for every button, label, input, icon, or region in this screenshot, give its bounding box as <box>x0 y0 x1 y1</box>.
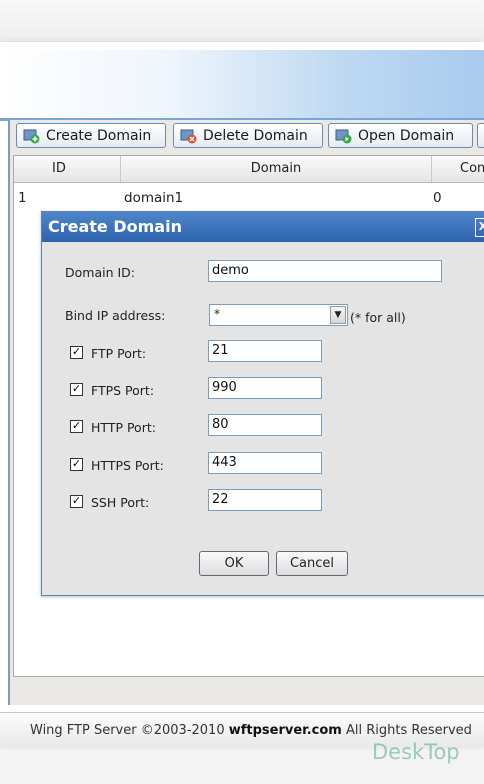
column-header-id[interactable]: ID <box>14 156 121 182</box>
create-domain-dialog: Create Domain X Domain ID: Bind IP addre… <box>41 211 484 596</box>
ssh-port-checkbox[interactable]: ✓ <box>70 495 83 508</box>
chevron-down-icon[interactable]: ▼ <box>330 306 346 324</box>
ftp-port-checkbox[interactable]: ✓ <box>70 346 83 359</box>
http-port-checkbox[interactable]: ✓ <box>70 420 83 433</box>
close-icon[interactable]: X <box>475 218 484 237</box>
cancel-button[interactable]: Cancel <box>276 551 348 576</box>
domain-id-field[interactable] <box>208 260 442 282</box>
domain-id-label: Domain ID: <box>65 265 136 280</box>
http-port-field[interactable] <box>208 414 322 436</box>
ssh-port-field[interactable] <box>208 489 322 511</box>
delete-domain-button[interactable]: Delete Domain <box>173 123 323 148</box>
bind-ip-select[interactable]: * ▼ <box>209 304 348 326</box>
bind-ip-hint: (* for all) <box>350 310 406 325</box>
column-header-connections[interactable]: Con <box>432 156 484 182</box>
open-domain-icon <box>335 128 353 144</box>
https-port-field[interactable] <box>208 452 322 474</box>
create-domain-icon <box>23 128 41 144</box>
ftps-port-checkbox[interactable]: ✓ <box>70 383 83 396</box>
ftps-port-label: FTPS Port: <box>91 383 155 398</box>
create-domain-button[interactable]: Create Domain <box>16 123 166 148</box>
column-header-domain[interactable]: Domain <box>121 156 432 182</box>
open-domain-button[interactable]: Open Domain <box>328 123 473 148</box>
copyright-text: Wing FTP Server ©2003-2010 wftpserver.co… <box>30 723 472 738</box>
create-domain-label: Create Domain <box>46 127 152 144</box>
ok-button[interactable]: OK <box>199 551 269 576</box>
ftp-port-field[interactable] <box>208 340 322 362</box>
dialog-title-bar: Create Domain X <box>42 212 484 242</box>
row-connections: 0 <box>433 190 442 206</box>
copyright-prefix: Wing FTP Server ©2003-2010 <box>30 723 229 738</box>
ftp-port-label: FTP Port: <box>91 346 147 361</box>
row-id: 1 <box>18 190 27 206</box>
toolbar: Create Domain Delete Domain Open Domain <box>16 123 484 151</box>
grid-header: ID Domain Con <box>14 156 484 183</box>
toolbar-overflow-button[interactable] <box>477 123 484 148</box>
delete-domain-icon <box>180 128 198 144</box>
ssh-port-label: SSH Port: <box>91 495 150 510</box>
watermark-logo: DeskTop <box>372 740 460 764</box>
http-port-label: HTTP Port: <box>91 420 156 435</box>
top-strip <box>0 0 484 40</box>
bind-ip-label: Bind IP address: <box>65 308 166 323</box>
row-domain: domain1 <box>124 190 184 206</box>
copyright-suffix: All Rights Reserved <box>341 723 472 738</box>
https-port-checkbox[interactable]: ✓ <box>70 458 83 471</box>
header-banner <box>0 50 484 121</box>
site-link[interactable]: wftpserver.com <box>229 723 342 738</box>
delete-domain-label: Delete Domain <box>203 127 308 144</box>
open-domain-label: Open Domain <box>358 127 455 144</box>
dialog-title: Create Domain <box>48 217 182 236</box>
bind-ip-value: * <box>214 307 220 321</box>
https-port-label: HTTPS Port: <box>91 458 164 473</box>
ftps-port-field[interactable] <box>208 377 322 399</box>
